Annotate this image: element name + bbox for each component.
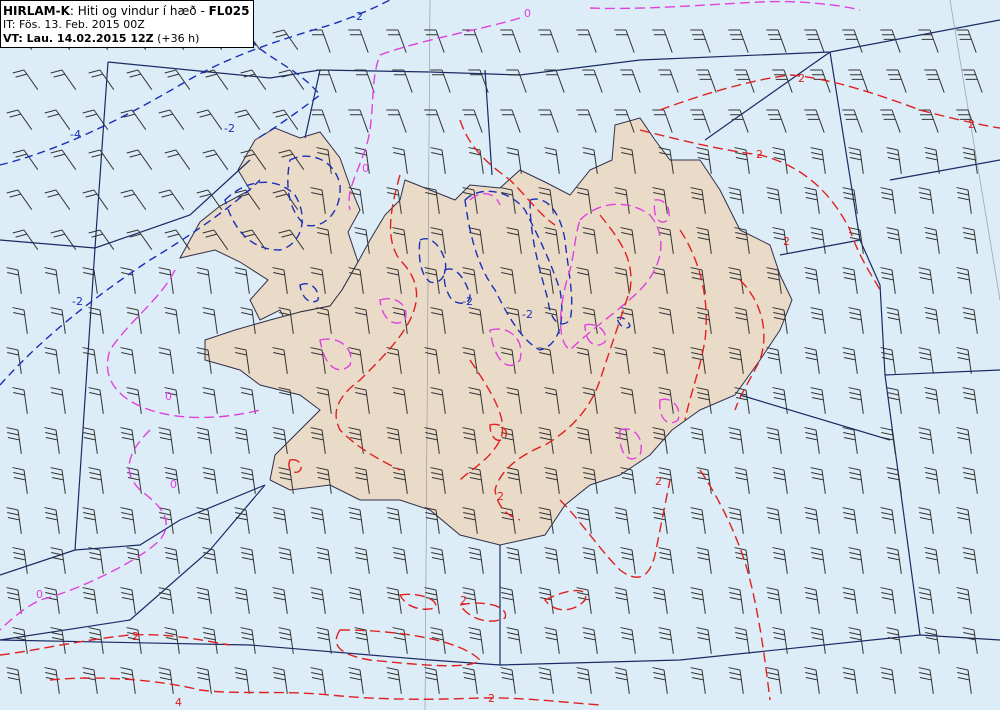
contour-label: 4	[175, 696, 182, 709]
map-legend: HIRLAM-K: Hiti og vindur í hæð - FL025 I…	[0, 0, 254, 48]
valid-time: VT: Lau. 14.02.2015 12Z	[3, 32, 154, 45]
model-name: HIRLAM-K	[3, 4, 70, 18]
contour-label: 2	[783, 235, 790, 248]
weather-map: -4 -2 -2 -2 -2 -2 0 0 0 0 0 2 2 2 2 2 2 …	[0, 0, 1000, 710]
contour-label: 0	[165, 390, 172, 403]
contour-label: 0	[362, 162, 369, 175]
valid-time-line: VT: Lau. 14.02.2015 12Z (+36 h)	[3, 32, 253, 46]
contour-label: -2	[352, 10, 363, 23]
flight-level: FL025	[208, 4, 250, 18]
contour-label: -2	[462, 295, 473, 308]
contour-label: 0	[170, 478, 177, 491]
contour-label: 2	[798, 72, 805, 85]
contour-label: -2	[224, 122, 235, 135]
forecast-offset: (+36 h)	[153, 32, 200, 45]
contour-label: 2	[460, 594, 467, 607]
contour-label: 2	[132, 630, 139, 643]
contour-label: 0	[524, 7, 531, 20]
contour-label: 0	[36, 588, 43, 601]
contour-label: 2	[968, 118, 975, 131]
contour-label: 2	[756, 148, 763, 161]
contour-label: -4	[70, 128, 81, 141]
contour-label: 2	[497, 490, 504, 503]
product-description: : Hiti og vindur í hæð -	[69, 4, 209, 18]
contour-label: 2	[655, 475, 662, 488]
initial-time: IT: Fös. 13. Feb. 2015 00Z	[3, 18, 145, 31]
contour-label: -2	[72, 295, 83, 308]
contour-label: -2	[522, 308, 533, 321]
contour-label: 2	[488, 692, 495, 705]
legend-title-line: HIRLAM-K: Hiti og vindur í hæð - FL025	[3, 4, 253, 18]
